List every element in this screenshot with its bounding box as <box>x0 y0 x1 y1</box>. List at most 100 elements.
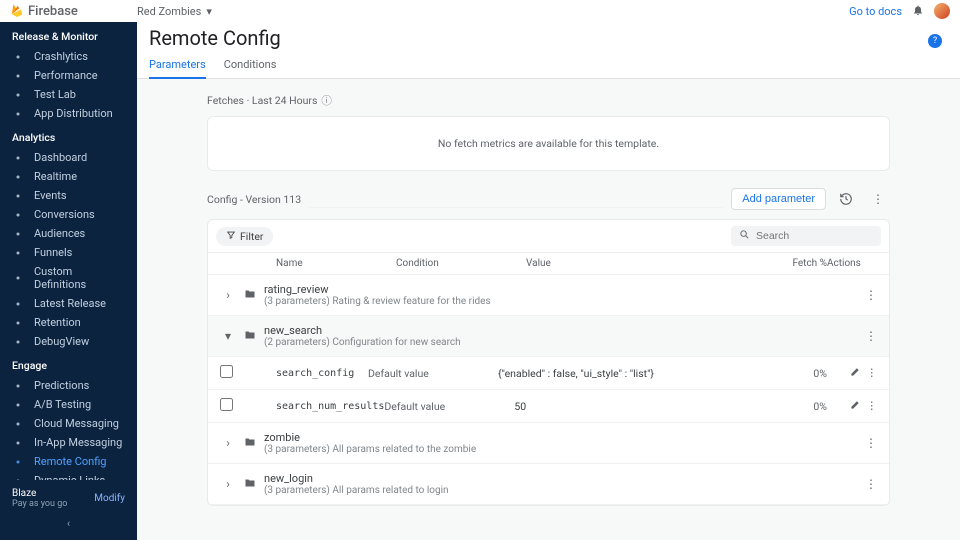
more-icon[interactable]: ⋮ <box>865 436 877 450</box>
group-row[interactable]: ›zombie(3 parameters) All params related… <box>208 423 889 464</box>
sidebar-item-label: In-App Messaging <box>34 436 122 449</box>
filter-button[interactable]: Filter <box>216 227 273 246</box>
modify-plan-link[interactable]: Modify <box>94 493 125 504</box>
param-fetch-pct: 0% <box>777 400 827 413</box>
sidebar-item-latest-release[interactable]: Latest Release <box>0 294 137 313</box>
sidebar-item-performance[interactable]: Performance <box>0 66 137 85</box>
sidebar-item-predictions[interactable]: Predictions <box>0 376 137 395</box>
group-name: new_search <box>264 324 865 337</box>
folder-icon <box>236 288 264 303</box>
sidebar-item-audiences[interactable]: Audiences <box>0 224 137 243</box>
more-icon[interactable]: ⋮ <box>865 477 877 491</box>
sidebar-item-dashboard[interactable]: Dashboard <box>0 148 137 167</box>
edit-icon[interactable] <box>850 399 861 413</box>
sidebar-item-label: Funnels <box>34 246 72 259</box>
sidebar-item-label: Remote Config <box>34 455 106 468</box>
nav-icon <box>12 399 24 411</box>
brand-name: Firebase <box>28 4 78 19</box>
sidebar-item-funnels[interactable]: Funnels <box>0 243 137 262</box>
sidebar-item-a-b-testing[interactable]: A/B Testing <box>0 395 137 414</box>
sidebar-item-label: Audiences <box>34 227 85 240</box>
chevron-down-icon[interactable]: ▾ <box>220 329 236 343</box>
sidebar-item-label: Realtime <box>34 170 77 183</box>
nav-icon <box>12 228 24 240</box>
nav-icon <box>12 418 24 430</box>
notifications-icon[interactable] <box>912 4 924 19</box>
sidebar-item-cloud-messaging[interactable]: Cloud Messaging <box>0 414 137 433</box>
project-name: Red Zombies <box>137 5 201 18</box>
sidebar-item-label: Custom Definitions <box>34 265 125 291</box>
sidebar-item-app-distribution[interactable]: App Distribution <box>0 104 137 123</box>
sidebar-item-label: Performance <box>34 69 98 82</box>
sidebar-item-label: Conversions <box>34 208 95 221</box>
sidebar-item-label: Crashlytics <box>34 50 88 63</box>
sidebar-item-events[interactable]: Events <box>0 186 137 205</box>
sidebar-section-engage: Engage <box>0 351 137 376</box>
group-name: rating_review <box>264 283 865 296</box>
search-icon <box>739 229 750 243</box>
sidebar-item-realtime[interactable]: Realtime <box>0 167 137 186</box>
group-name: new_login <box>264 472 865 485</box>
sidebar-item-label: Dashboard <box>34 151 87 164</box>
group-desc: (3 parameters) Rating & review feature f… <box>264 296 865 307</box>
sidebar-item-label: Test Lab <box>34 88 76 101</box>
more-icon[interactable]: ⋮ <box>867 366 878 380</box>
search-input[interactable] <box>756 230 890 242</box>
more-icon[interactable]: ⋮ <box>867 399 878 413</box>
chevron-right-icon[interactable]: › <box>220 288 236 302</box>
param-value: {"enabled" : false, "ui_style" : "list"} <box>498 367 777 380</box>
info-icon[interactable]: ⓘ <box>321 93 332 108</box>
param-condition: Default value <box>368 367 498 380</box>
folder-icon <box>236 329 264 344</box>
project-switcher[interactable]: Red Zombies ▾ <box>137 5 212 18</box>
sidebar-item-retention[interactable]: Retention <box>0 313 137 332</box>
param-row: search_configDefault value{"enabled" : f… <box>208 357 889 390</box>
nav-icon <box>12 298 24 310</box>
col-value: Value <box>526 258 777 269</box>
sidebar-item-custom-definitions[interactable]: Custom Definitions <box>0 262 137 294</box>
more-icon[interactable]: ⋮ <box>865 329 877 343</box>
history-icon[interactable] <box>834 187 858 211</box>
group-row[interactable]: ›new_login(3 parameters) All params rela… <box>208 464 889 505</box>
chevron-right-icon[interactable]: › <box>220 436 236 450</box>
param-value: 50 <box>514 400 777 413</box>
sidebar-item-in-app-messaging[interactable]: In-App Messaging <box>0 433 137 452</box>
nav-icon <box>12 247 24 259</box>
chevron-right-icon[interactable]: › <box>220 477 236 491</box>
avatar[interactable] <box>934 3 950 19</box>
more-icon[interactable]: ⋮ <box>865 288 877 302</box>
help-icon[interactable]: ? <box>928 34 942 48</box>
edit-icon[interactable] <box>850 366 861 380</box>
param-condition: Default value <box>384 400 514 413</box>
nav-icon <box>12 152 24 164</box>
col-fetch-pct: Fetch % <box>777 258 827 269</box>
more-icon[interactable]: ⋮ <box>866 187 890 211</box>
group-row[interactable]: ▾new_search(2 parameters) Configuration … <box>208 316 889 357</box>
sidebar-item-debugview[interactable]: DebugView <box>0 332 137 351</box>
search-input-wrap[interactable] <box>731 226 881 246</box>
group-row[interactable]: › rating_review(3 parameters) Rating & re… <box>208 275 889 316</box>
sidebar-item-label: Cloud Messaging <box>34 417 119 430</box>
param-name: search_config <box>248 368 368 379</box>
collapse-sidebar-icon[interactable]: ‹ <box>12 509 125 530</box>
nav-icon <box>12 380 24 392</box>
nav-icon <box>12 190 24 202</box>
add-parameter-button[interactable]: Add parameter <box>731 188 826 210</box>
chevron-down-icon: ▾ <box>206 5 212 18</box>
sidebar-item-crashlytics[interactable]: Crashlytics <box>0 47 137 66</box>
nav-icon <box>12 272 24 284</box>
sidebar-item-test-lab[interactable]: Test Lab <box>0 85 137 104</box>
tab-parameters[interactable]: Parameters <box>149 58 206 79</box>
filter-icon <box>226 230 236 243</box>
sidebar-item-label: Events <box>34 189 67 202</box>
param-checkbox[interactable] <box>220 398 233 411</box>
nav-icon <box>12 51 24 63</box>
param-checkbox[interactable] <box>220 365 233 378</box>
tab-conditions[interactable]: Conditions <box>224 58 277 78</box>
sidebar-item-remote-config[interactable]: Remote Config <box>0 452 137 471</box>
col-condition: Condition <box>396 258 526 269</box>
sidebar-item-conversions[interactable]: Conversions <box>0 205 137 224</box>
param-fetch-pct: 0% <box>777 367 827 380</box>
go-to-docs-link[interactable]: Go to docs <box>849 5 902 18</box>
param-name: search_num_results <box>248 401 384 412</box>
